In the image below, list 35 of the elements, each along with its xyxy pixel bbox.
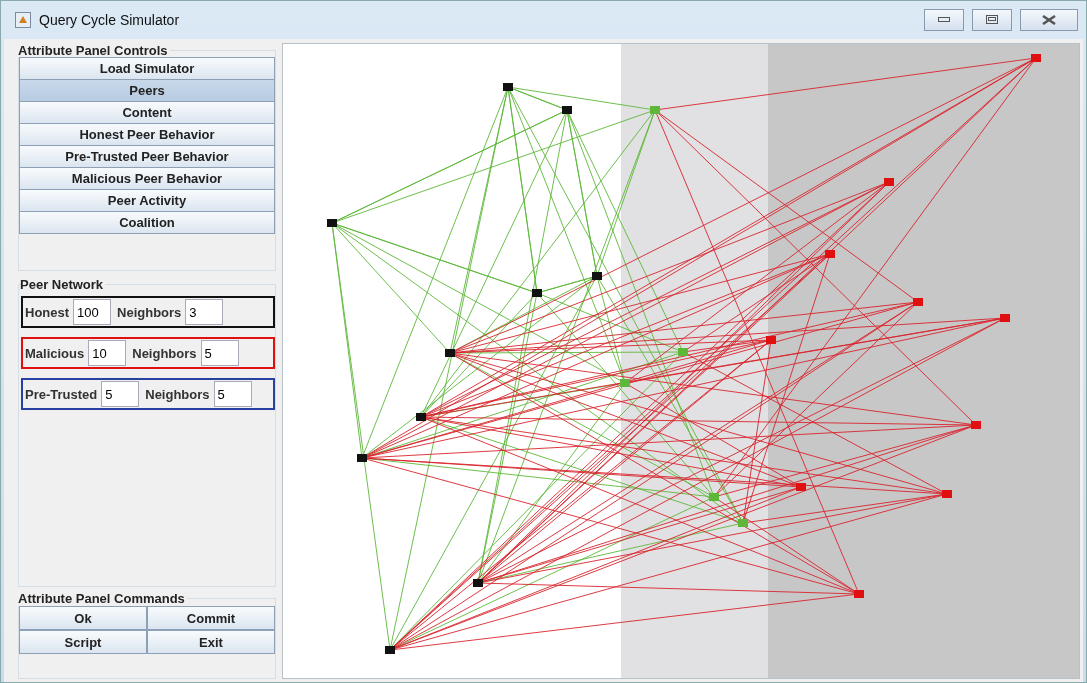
field-label: Neighbors <box>132 345 197 361</box>
field-label: Pre-Trusted <box>25 386 98 402</box>
command-button[interactable]: Exit <box>147 630 275 654</box>
field-label: Honest <box>25 304 70 320</box>
group-title: Attribute Panel Commands <box>18 591 186 606</box>
command-button[interactable]: Ok <box>19 606 147 630</box>
count-field[interactable]: 100 <box>73 299 112 325</box>
field-label: Malicious <box>25 345 85 361</box>
command-button[interactable]: Commit <box>147 606 275 630</box>
neighbors-field[interactable]: 5 <box>213 381 252 407</box>
count-field[interactable]: 10 <box>88 340 127 366</box>
group-title: Attribute Panel Controls <box>18 43 169 58</box>
panel-button[interactable]: Honest Peer Behavior <box>19 123 275 146</box>
app-icon <box>15 12 31 28</box>
group-title: Peer Network <box>20 277 105 292</box>
neighbors-field[interactable]: 5 <box>200 340 239 366</box>
window-title: Query Cycle Simulator <box>39 12 181 28</box>
neighbors-field[interactable]: 3 <box>185 299 224 325</box>
panel-button[interactable]: Peer Activity <box>19 189 275 212</box>
panel-button[interactable]: Content <box>19 101 275 124</box>
panel-button[interactable]: Peers <box>19 79 275 102</box>
minimize-icon <box>938 17 950 23</box>
panel-button[interactable]: Coalition <box>19 211 275 234</box>
maximize-icon <box>986 15 998 25</box>
close-button[interactable] <box>1020 9 1078 31</box>
command-button[interactable]: Script <box>19 630 147 654</box>
maximize-button[interactable] <box>972 9 1012 31</box>
panel-button[interactable]: Pre-Trusted Peer Behavior <box>19 145 275 168</box>
field-label: Neighbors <box>117 304 182 320</box>
panel-button[interactable]: Malicious Peer Behavior <box>19 167 275 190</box>
close-icon <box>1042 15 1056 25</box>
panel-button[interactable]: Load Simulator <box>19 57 275 80</box>
minimize-button[interactable] <box>924 9 964 31</box>
field-label: Neighbors <box>145 386 210 402</box>
count-field[interactable]: 5 <box>101 381 140 407</box>
